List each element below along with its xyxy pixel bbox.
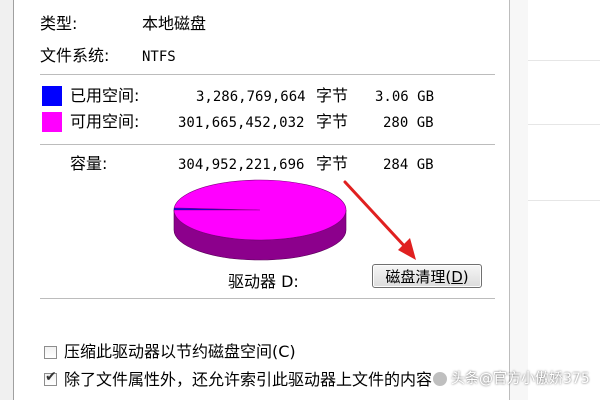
separator	[40, 74, 495, 75]
type-value: 本地磁盘	[142, 14, 207, 33]
watermark: 头条@官方小傲娇375	[432, 368, 590, 388]
used-space-unit: 字节	[316, 86, 349, 105]
capacity-bytes: 304,952,221,696	[178, 157, 305, 173]
separator	[40, 298, 495, 299]
free-space-bytes: 301,665,452,032	[178, 115, 305, 131]
pie-slice-free	[173, 179, 347, 241]
used-space-label: 已用空间:	[70, 86, 140, 105]
type-label: 类型:	[40, 14, 78, 33]
disk-usage-pie-chart	[173, 179, 347, 261]
disk-cleanup-mnemonic: D	[451, 268, 463, 286]
window-right-edge	[509, 0, 529, 400]
drive-label-text: 驱动器 D:	[228, 272, 299, 291]
capacity-size: 284 GB	[383, 157, 434, 173]
index-checkbox-label[interactable]: 除了文件属性外，还允许索引此驱动器上文件的内容	[64, 370, 432, 390]
free-space-size: 280 GB	[383, 115, 434, 131]
watermark-text: 头条@官方小傲娇375	[451, 371, 590, 387]
disk-cleanup-button-close: )	[462, 268, 469, 286]
checkmark-icon: ✔	[45, 369, 57, 385]
filesystem-value: NTFS	[142, 49, 176, 65]
capacity-unit: 字节	[316, 154, 349, 173]
free-space-swatch	[42, 112, 62, 132]
compress-checkbox[interactable]	[44, 346, 57, 359]
free-space-label: 可用空间:	[70, 112, 140, 131]
disk-cleanup-button[interactable]: 磁盘清理(D)	[372, 264, 482, 288]
window-left-edge	[0, 0, 14, 400]
capacity-label: 容量:	[70, 154, 108, 173]
used-space-swatch	[42, 86, 62, 106]
free-space-unit: 字节	[316, 112, 349, 131]
drive-label: 驱动器 D:	[228, 272, 299, 292]
used-space-size: 3.06 GB	[375, 89, 435, 105]
separator	[40, 144, 495, 145]
index-checkbox[interactable]: ✔	[44, 369, 57, 386]
disk-cleanup-button-text: 磁盘清理	[385, 268, 446, 286]
annotation-arrow-icon	[343, 180, 416, 260]
filesystem-label: 文件系统:	[40, 46, 110, 65]
watermark-logo-icon	[432, 371, 448, 387]
background-window	[528, 0, 600, 400]
used-space-bytes: 3,286,769,664	[196, 89, 306, 105]
compress-checkbox-label[interactable]: 压缩此驱动器以节约磁盘空间(C)	[64, 342, 296, 362]
